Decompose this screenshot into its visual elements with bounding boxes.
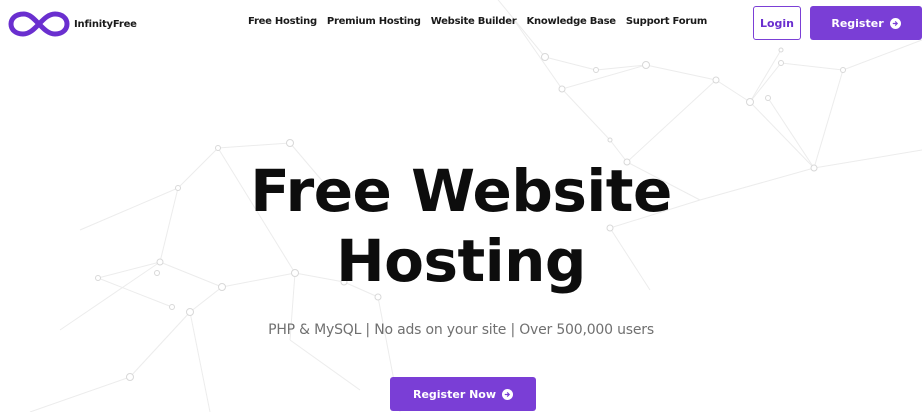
login-button-label: Login xyxy=(759,16,795,30)
register-button[interactable]: Register xyxy=(810,6,922,40)
register-now-button[interactable]: Register Now xyxy=(390,377,536,411)
nav-website-builder[interactable]: Website Builder xyxy=(431,16,517,27)
register-now-label: Register Now xyxy=(412,387,497,401)
infinity-logo-icon xyxy=(8,11,70,37)
main-nav: Free Hosting Premium Hosting Website Bui… xyxy=(248,16,707,27)
nav-premium-hosting[interactable]: Premium Hosting xyxy=(327,16,421,27)
site-header: InfinityFree Free Hosting Premium Hostin… xyxy=(0,0,922,48)
hero-title-line-1: Free Website xyxy=(250,157,672,225)
arrow-right-circle-icon xyxy=(502,388,514,400)
brand-home-link[interactable]: InfinityFree xyxy=(8,8,137,40)
hero-title-line-2: Hosting xyxy=(336,227,586,295)
nav-knowledge-base[interactable]: Knowledge Base xyxy=(526,16,616,27)
login-button[interactable]: Login xyxy=(753,6,801,40)
nav-free-hosting[interactable]: Free Hosting xyxy=(248,16,317,27)
hero-title: Free Website Hosting xyxy=(0,156,922,296)
hero-subtitle: PHP & MySQL | No ads on your site | Over… xyxy=(268,322,654,338)
arrow-right-circle-icon xyxy=(889,17,901,29)
nav-support-forum[interactable]: Support Forum xyxy=(626,16,707,27)
brand-name: InfinityFree xyxy=(74,18,137,30)
register-button-label: Register xyxy=(831,16,884,30)
page: InfinityFree Free Hosting Premium Hostin… xyxy=(0,0,922,412)
